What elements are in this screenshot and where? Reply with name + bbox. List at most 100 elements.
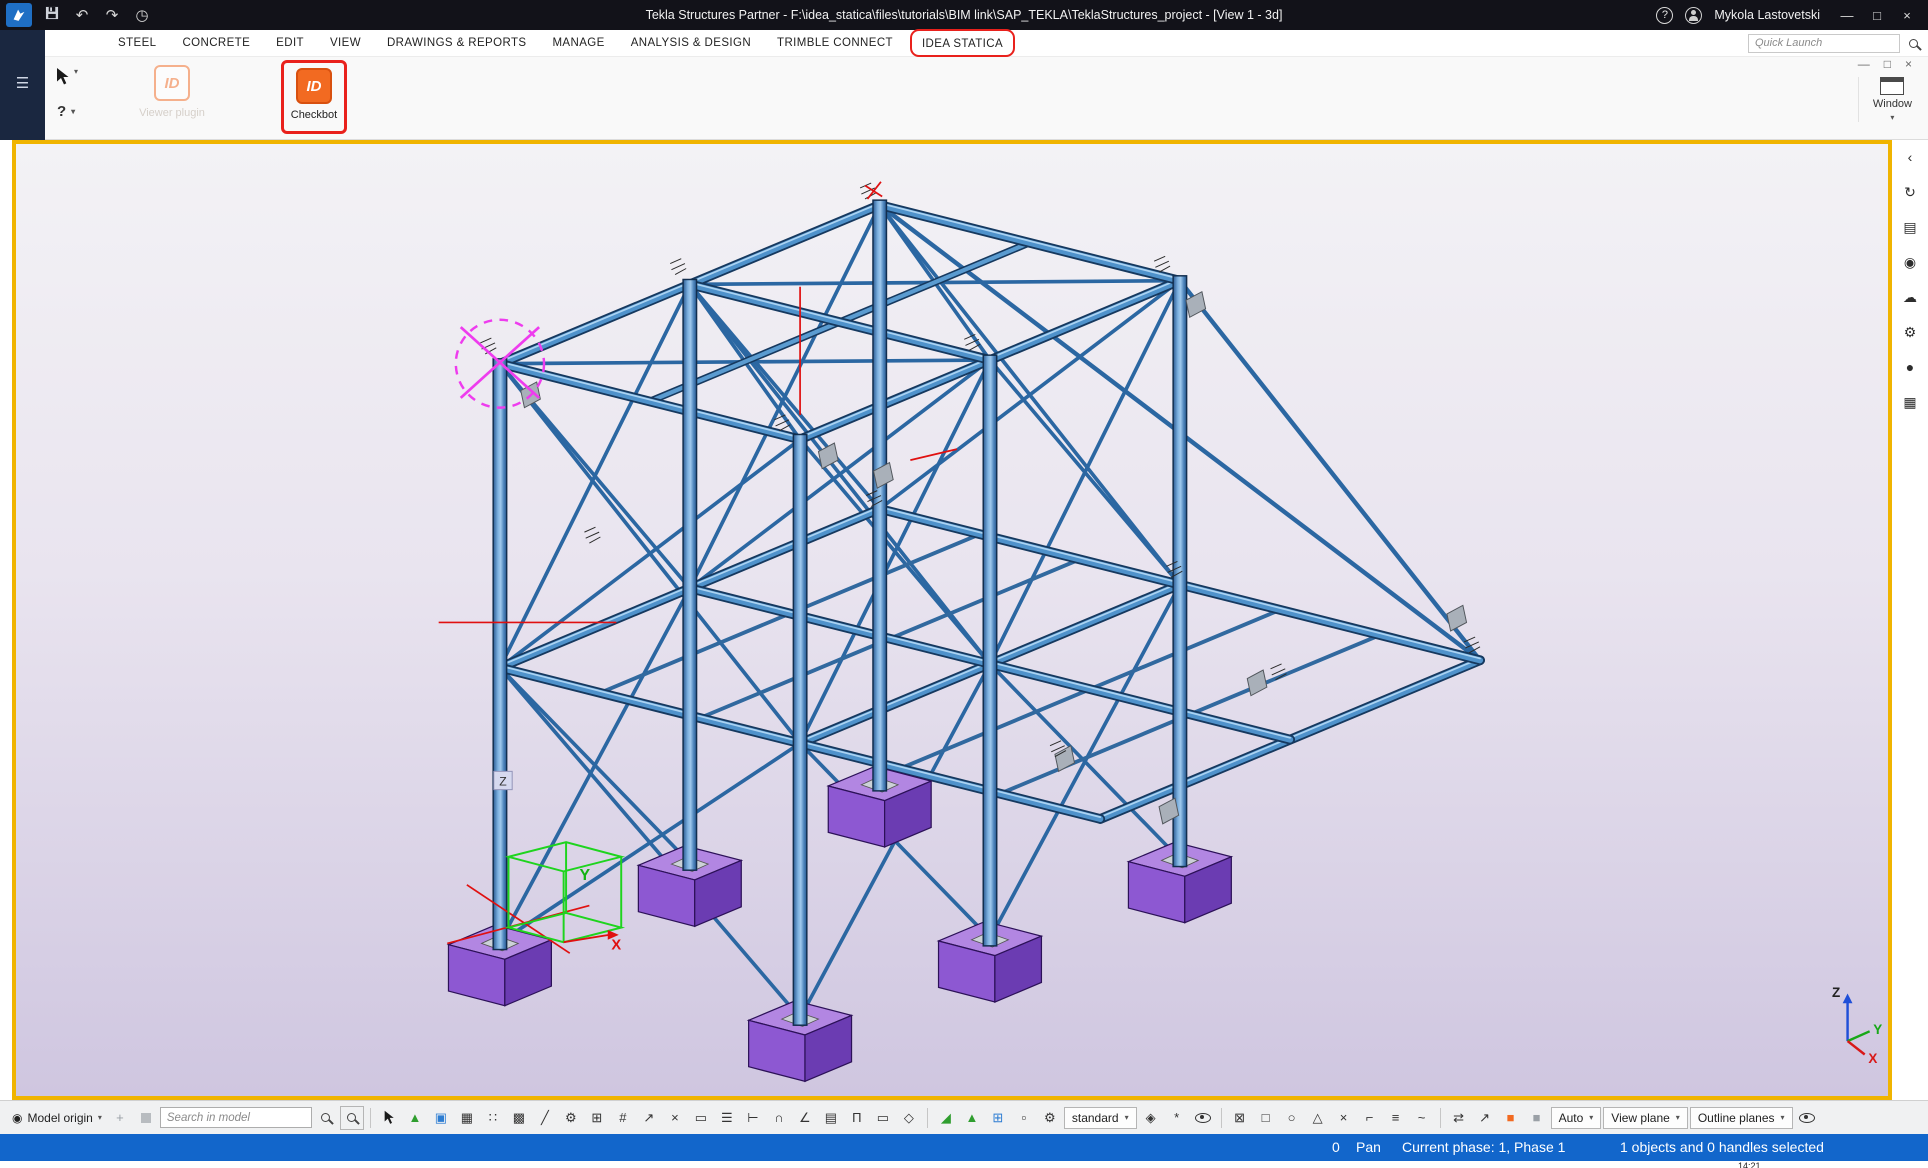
snap-lines-button[interactable]: ☰ [715, 1106, 739, 1130]
visibility-button[interactable] [1191, 1106, 1215, 1130]
magnifier-icon [321, 1113, 330, 1122]
select-objects-grid-button[interactable]: ▦ [455, 1106, 479, 1130]
undo-icon[interactable]: ↶ [72, 6, 92, 24]
viewer-plugin-button[interactable]: ID Viewer plugin [126, 65, 218, 119]
window-menu-button[interactable]: Window ▾ [1858, 77, 1912, 122]
workplane-snap-button[interactable]: ⊞ [986, 1106, 1010, 1130]
help-tool-button[interactable]: ? ▾ [57, 103, 75, 120]
outline-planes-dropdown[interactable]: Outline planes▾ [1690, 1107, 1793, 1129]
tab-trimble-connect[interactable]: TRIMBLE CONNECT [764, 33, 906, 53]
override-box-button[interactable]: ⊠ [1228, 1106, 1252, 1130]
grid-toggle-button[interactable] [134, 1106, 158, 1130]
status-bar: 0 Pan Current phase: 1, Phase 1 1 object… [0, 1134, 1928, 1161]
snap-settings-button[interactable]: ⚙ [1038, 1106, 1062, 1130]
separator [370, 1108, 371, 1128]
area-snap-button[interactable]: ▫ [1012, 1106, 1036, 1130]
select-points-button[interactable]: ∷ [481, 1106, 505, 1130]
search-model-button[interactable] [314, 1106, 338, 1130]
help-icon[interactable]: ? [1656, 7, 1673, 24]
planes-visibility-button[interactable] [1795, 1106, 1819, 1130]
snap-midpoints-button[interactable]: ▭ [689, 1106, 713, 1130]
override-circle-button[interactable]: ○ [1280, 1106, 1304, 1130]
snap-handles-button[interactable]: ▲ [960, 1106, 984, 1130]
select-all-button[interactable]: ▩ [507, 1106, 531, 1130]
refresh-button[interactable]: ↻ [1898, 181, 1922, 203]
select-cursor-button[interactable] [377, 1106, 401, 1130]
tab-edit[interactable]: EDIT [263, 33, 317, 53]
snap-divisions-button[interactable]: ▤ [819, 1106, 843, 1130]
search-in-model-input[interactable] [160, 1107, 312, 1128]
mdi-restore-button[interactable]: □ [1884, 57, 1891, 71]
render-sphere-button[interactable]: ● [1898, 356, 1922, 378]
mdi-close-button[interactable]: × [1905, 57, 1912, 71]
hamburger-menu-icon[interactable]: ☰ [16, 74, 29, 140]
collapse-pane-button[interactable]: ‹ [1898, 146, 1922, 168]
checkbot-button[interactable]: ID Checkbot [291, 68, 337, 121]
close-button[interactable]: × [1892, 8, 1922, 23]
snap-angle-button[interactable]: ∠ [793, 1106, 817, 1130]
select-components-button[interactable]: ▣ [429, 1106, 453, 1130]
snap-frame-button[interactable]: ▭ [871, 1106, 895, 1130]
view-plane-dropdown[interactable]: View plane▾ [1603, 1107, 1688, 1129]
override-corner-button[interactable]: ⌐ [1358, 1106, 1382, 1130]
inactive-color-button[interactable]: ■ [1525, 1106, 1549, 1130]
model-viewport[interactable]: Y X Z Z Y [16, 144, 1888, 1096]
redo-icon[interactable]: ↷ [102, 6, 122, 24]
ortho-button[interactable]: * [1165, 1106, 1189, 1130]
override-offset-button[interactable]: ≡ [1384, 1106, 1408, 1130]
cloud-button[interactable]: ☁ [1898, 286, 1922, 308]
tab-analysis-design[interactable]: ANALYSIS & DESIGN [618, 33, 764, 53]
quick-launch-input[interactable] [1748, 34, 1900, 53]
model-origin-dropdown[interactable]: ◉ Model origin ▾ [8, 1106, 106, 1130]
snap-endpoints-button[interactable]: ↗ [637, 1106, 661, 1130]
maximize-button[interactable]: □ [1862, 8, 1892, 23]
app-menu-strip: ☰ [0, 30, 45, 140]
measure-button[interactable]: ⇄ [1447, 1106, 1471, 1130]
snap-parts-button[interactable]: ◢ [934, 1106, 958, 1130]
user-avatar-icon[interactable] [1685, 7, 1702, 24]
snap-reference-grid-button[interactable]: # [611, 1106, 635, 1130]
tab-view[interactable]: VIEW [317, 33, 374, 53]
snap-reference-points-button[interactable]: ⊢ [741, 1106, 765, 1130]
tekla-structures-window: ↶ ↷ ◷ Tekla Structures Partner - F:\idea… [0, 0, 1928, 1168]
taskbar-clock: 14:21 [1738, 1161, 1761, 1168]
jump-arrow-button[interactable]: ↗ [1473, 1106, 1497, 1130]
depth-auto-dropdown[interactable]: Auto▾ [1551, 1107, 1602, 1129]
direct-modification-button[interactable]: ▲ [403, 1106, 427, 1130]
globe-button[interactable]: ◉ [1898, 251, 1922, 273]
rotation-origin-button[interactable]: ◈ [1139, 1106, 1163, 1130]
chevron-down-icon[interactable]: ▾ [74, 67, 78, 76]
snap-grid-button[interactable]: ⊞ [585, 1106, 609, 1130]
create-line-button[interactable]: ╱ [533, 1106, 557, 1130]
tab-drawings-reports[interactable]: DRAWINGS & REPORTS [374, 33, 539, 53]
override-curve-button[interactable]: ~ [1410, 1106, 1434, 1130]
mdi-minimize-button[interactable]: — [1858, 57, 1870, 71]
search-area-button[interactable] [340, 1106, 364, 1130]
search-icon[interactable] [1909, 39, 1918, 48]
tab-idea-statica[interactable]: IDEA STATICA [922, 38, 1003, 50]
standard-filter-dropdown[interactable]: standard▾ [1064, 1107, 1137, 1129]
snap-perpendicular-button[interactable]: Π [845, 1106, 869, 1130]
history-icon[interactable]: ◷ [132, 6, 152, 24]
override-triangle-button[interactable]: △ [1306, 1106, 1330, 1130]
minimize-button[interactable]: — [1832, 8, 1862, 23]
select-tool-button[interactable]: ▾ [55, 67, 78, 86]
snap-arc-button[interactable]: ∩ [767, 1106, 791, 1130]
override-plane-button[interactable]: □ [1254, 1106, 1278, 1130]
tab-manage[interactable]: MANAGE [539, 33, 617, 53]
add-point-button[interactable]: + [108, 1106, 132, 1130]
tab-concrete[interactable]: CONCRETE [169, 33, 263, 53]
save-icon[interactable] [42, 6, 62, 24]
layers-button[interactable]: ▤ [1898, 216, 1922, 238]
override-cross-button[interactable]: × [1332, 1106, 1356, 1130]
settings-gear-button[interactable]: ⚙ [1898, 321, 1922, 343]
title-bar: ↶ ↷ ◷ Tekla Structures Partner - F:\idea… [0, 0, 1928, 30]
snap-nearest-button[interactable]: ◇ [897, 1106, 921, 1130]
model-view-window[interactable]: Y X Z Z Y [12, 140, 1892, 1100]
smart-select-button[interactable]: ⚙ [559, 1106, 583, 1130]
tab-steel[interactable]: STEEL [105, 33, 169, 53]
snap-intersections-button[interactable]: × [663, 1106, 687, 1130]
chevron-down-icon[interactable]: ▾ [71, 107, 75, 116]
components-button[interactable]: ▦ [1898, 391, 1922, 413]
active-color-button[interactable]: ■ [1499, 1106, 1523, 1130]
